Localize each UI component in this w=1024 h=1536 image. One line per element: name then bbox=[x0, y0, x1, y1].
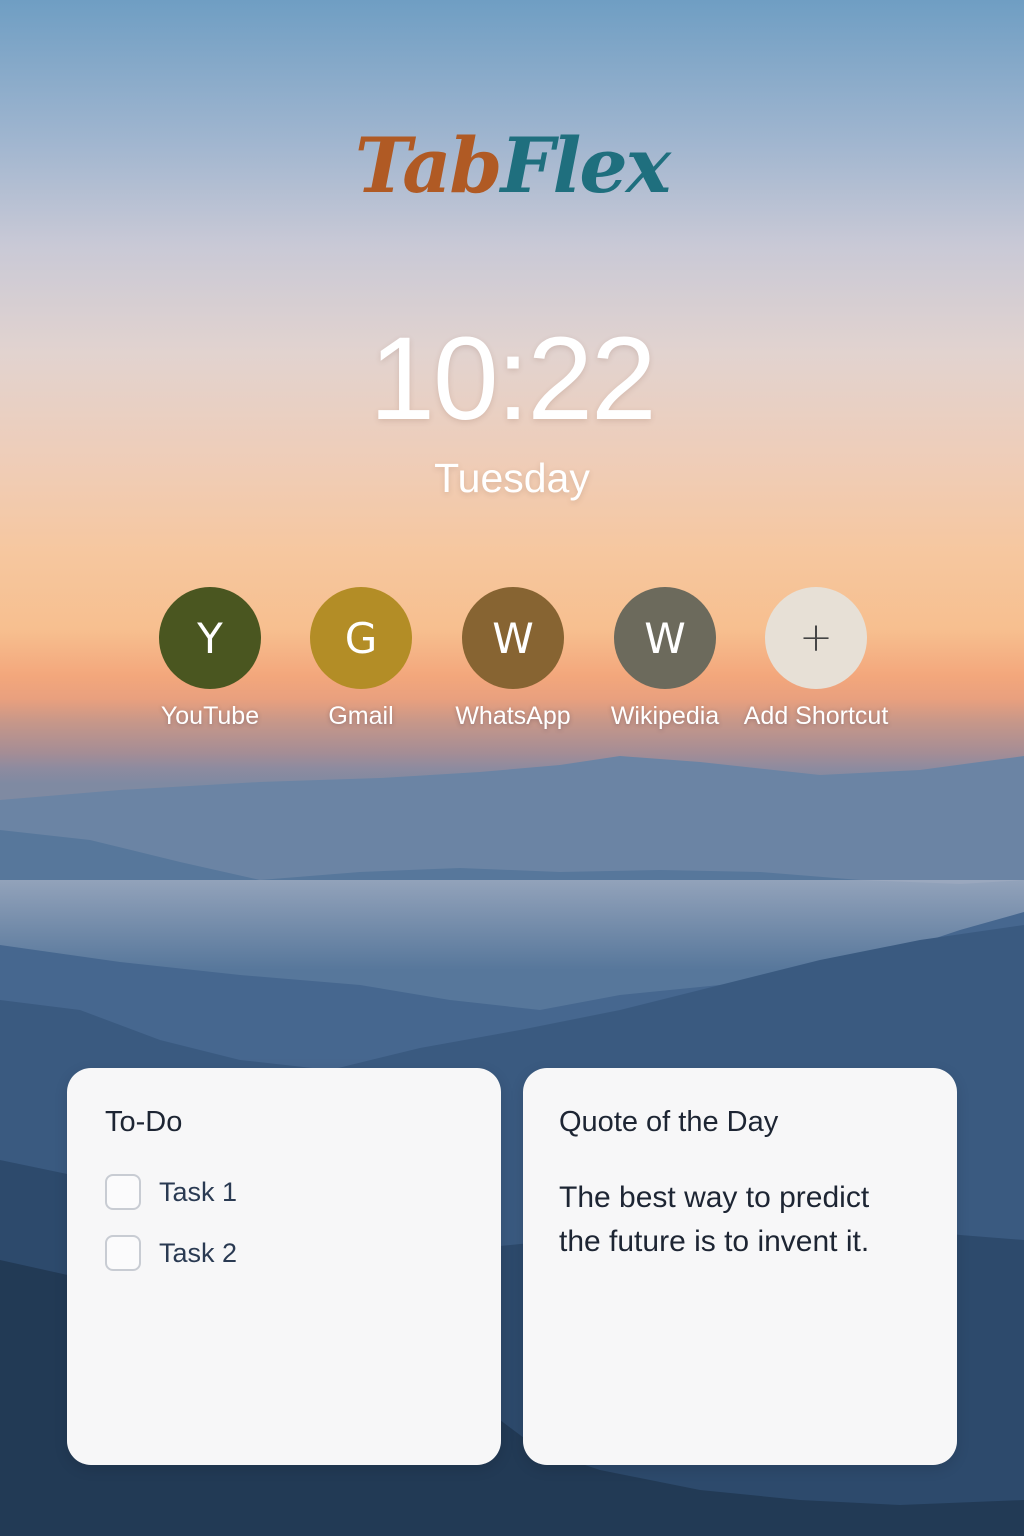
clock-time: 10:22 bbox=[369, 313, 656, 445]
shortcut-label: Wikipedia bbox=[610, 702, 720, 730]
todo-item[interactable]: Task 1 bbox=[105, 1174, 237, 1210]
logo-part-flex: Flex bbox=[500, 121, 671, 210]
plus-icon[interactable]: + bbox=[765, 587, 867, 689]
add-shortcut-button[interactable]: + Add Shortcut bbox=[740, 587, 892, 731]
shortcut-wikipedia[interactable]: W Wikipedia bbox=[589, 587, 741, 731]
todo-title: To-Do bbox=[105, 1106, 183, 1138]
todo-card: To-Do Task 1 Task 2 bbox=[67, 1068, 501, 1465]
todo-item[interactable]: Task 2 bbox=[105, 1235, 237, 1271]
shortcut-youtube[interactable]: Y YouTube bbox=[134, 587, 286, 731]
quote-card: Quote of the Day The best way to predict… bbox=[523, 1068, 957, 1465]
task-label: Task 2 bbox=[159, 1237, 238, 1268]
logo-part-tab: Tab bbox=[354, 121, 503, 210]
whatsapp-letter-icon[interactable]: W bbox=[462, 587, 564, 689]
shortcut-whatsapp[interactable]: W WhatsApp bbox=[437, 587, 589, 731]
task-checkbox[interactable] bbox=[105, 1235, 141, 1271]
task-label: Task 1 bbox=[159, 1176, 238, 1207]
gmail-letter-icon[interactable]: G bbox=[310, 587, 412, 689]
shortcut-label: WhatsApp bbox=[455, 702, 571, 730]
youtube-letter-icon[interactable]: Y bbox=[159, 587, 261, 689]
quote-text: The best way to predict the future is to… bbox=[559, 1181, 870, 1258]
quote-title: Quote of the Day bbox=[559, 1106, 779, 1138]
shortcut-label: Add Shortcut bbox=[743, 702, 889, 730]
clock-day: Tuesday bbox=[434, 455, 590, 501]
task-checkbox[interactable] bbox=[105, 1174, 141, 1210]
wikipedia-letter-icon[interactable]: W bbox=[614, 587, 716, 689]
tabflex-logo: TabFlex bbox=[0, 128, 1024, 204]
shortcut-gmail[interactable]: G Gmail bbox=[285, 587, 437, 731]
shortcut-label: YouTube bbox=[160, 702, 260, 730]
shortcut-label: Gmail bbox=[328, 702, 394, 730]
